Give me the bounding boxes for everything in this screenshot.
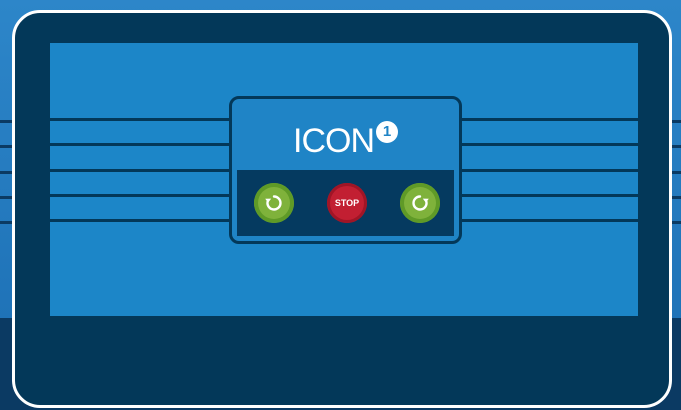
control-bar: STOP <box>237 170 454 236</box>
stop-button[interactable]: STOP <box>327 183 367 223</box>
stop-label: STOP <box>334 198 360 208</box>
forward-button[interactable] <box>400 183 440 223</box>
brand-badge: 1 <box>376 121 398 143</box>
rotate-clockwise-icon <box>412 195 429 211</box>
control-panel: ICON 1 STOP <box>229 96 462 244</box>
brand-logo: ICON 1 <box>232 121 459 161</box>
rotate-counterclockwise-icon <box>265 195 282 211</box>
brand-name: ICON <box>293 122 375 160</box>
reverse-button[interactable] <box>254 183 294 223</box>
